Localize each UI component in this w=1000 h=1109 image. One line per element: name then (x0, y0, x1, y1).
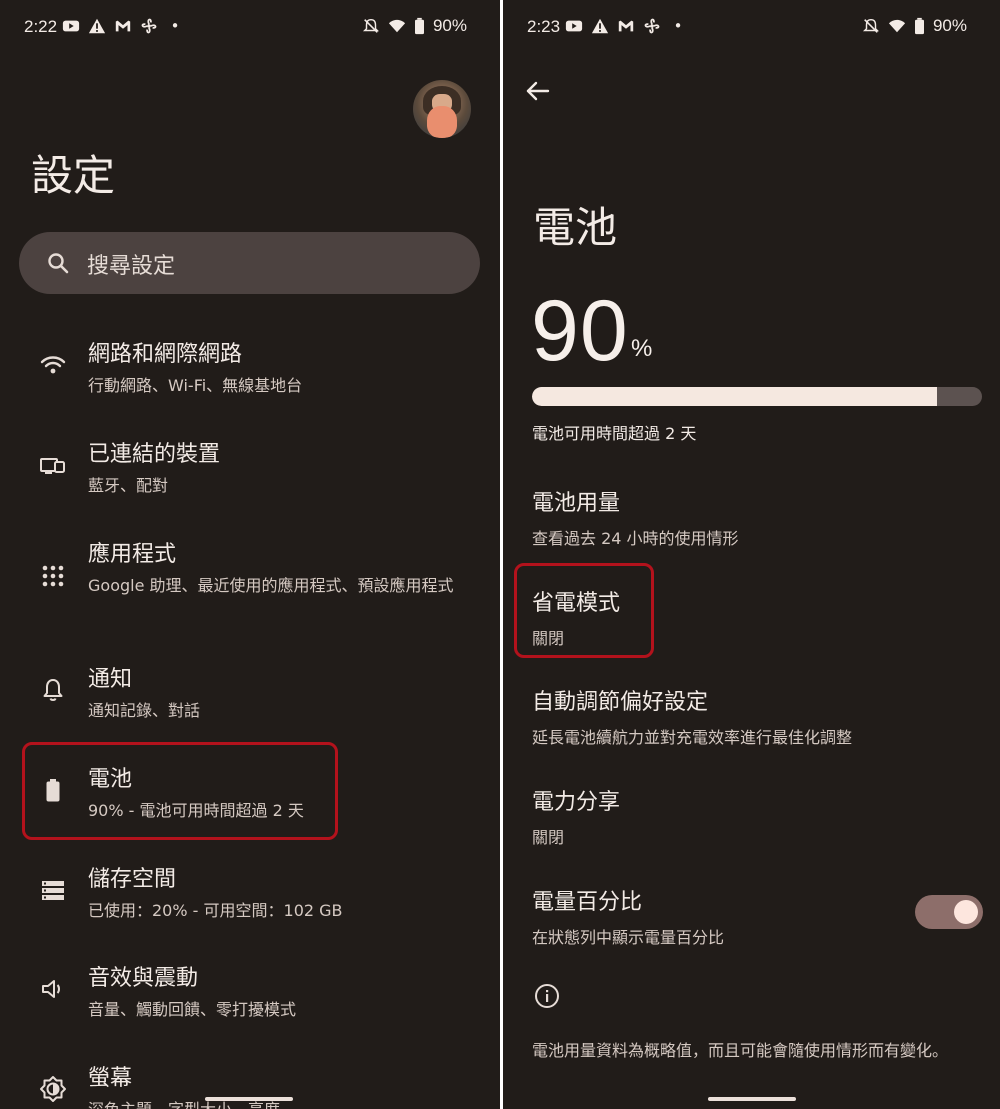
item-subtitle: Google 助理、最近使用的應用程式、預設應用程式 (88, 576, 454, 595)
status-bar: 2:23 • 90% (503, 0, 1000, 56)
item-subtitle: 關閉 (532, 828, 565, 847)
item-title: 音效與震動 (88, 966, 199, 991)
battery-percentage-item[interactable]: 電量百分比 在狀態列中顯示電量百分比 (532, 884, 972, 948)
fan-icon (644, 18, 660, 34)
item-title: 螢幕 (88, 1066, 133, 1091)
avatar-mask (427, 106, 457, 138)
speaker-icon (42, 980, 60, 998)
battery-status-icon (914, 17, 924, 35)
wifi-signal-icon (888, 19, 906, 33)
item-title: 自動調節偏好設定 (532, 690, 709, 715)
youtube-icon (565, 20, 583, 32)
battery-screen: 2:23 • 90% 電池 90 % 電池可用時間超過 2 天 電池用量 查看過… (503, 0, 1000, 1109)
percent-sign: % (631, 335, 653, 362)
notification-icons: • (62, 17, 184, 35)
battery-percent-text: 90% (432, 16, 467, 35)
item-title: 電量百分比 (532, 890, 643, 915)
gesture-nav-handle[interactable] (205, 1097, 293, 1101)
bell-muted-icon (862, 18, 880, 33)
item-subtitle: 通知記錄、對話 (88, 701, 201, 720)
status-time: 2:22 (24, 17, 58, 36)
more-notifications-dot-icon: • (170, 17, 180, 35)
wifi-icon (40, 356, 66, 374)
item-subtitle: 查看過去 24 小時的使用情形 (532, 529, 739, 548)
battery-status-icon (414, 17, 424, 35)
adaptive-preferences-item[interactable]: 自動調節偏好設定 延長電池續航力並對充電效率進行最佳化調整 (532, 684, 972, 748)
battery-share-item[interactable]: 電力分享 關閉 (532, 784, 972, 848)
item-title: 電力分享 (532, 790, 621, 815)
storage-icon (42, 881, 64, 900)
notification-icons: • (565, 17, 687, 35)
item-title: 儲存空間 (88, 867, 177, 892)
battery-highlight-box (22, 742, 338, 840)
settings-item-connected-devices[interactable]: 已連結的裝置 藍牙、配對 (20, 436, 480, 496)
system-icons: 90% (862, 16, 967, 36)
item-subtitle: 在狀態列中顯示電量百分比 (532, 928, 725, 947)
status-time: 2:23 (527, 17, 561, 36)
settings-item-apps[interactable]: 應用程式 Google 助理、最近使用的應用程式、預設應用程式 (20, 536, 480, 626)
info-icon (535, 984, 559, 1008)
youtube-icon (62, 20, 80, 32)
status-bar: 2:22 • 90% (0, 0, 500, 56)
bell-muted-icon (362, 18, 380, 33)
back-arrow-icon[interactable] (523, 76, 553, 106)
settings-item-storage[interactable]: 儲存空間 已使用：20% - 可用空間：102 GB (20, 861, 480, 921)
battery-remaining-text: 電池可用時間超過 2 天 (532, 424, 697, 443)
wifi-signal-icon (388, 19, 406, 33)
item-subtitle: 延長電池續航力並對充電效率進行最佳化調整 (532, 728, 853, 747)
bell-icon (43, 679, 63, 701)
toggle-thumb (954, 900, 978, 924)
battery-progress-bar (532, 387, 982, 406)
avatar[interactable] (413, 80, 471, 138)
item-title: 已連結的裝置 (88, 442, 221, 467)
battery-saver-highlight-box (514, 563, 654, 658)
item-subtitle: 藍牙、配對 (88, 476, 169, 495)
item-title: 電池用量 (532, 491, 621, 516)
search-icon (48, 253, 69, 274)
page-title: 設定 (31, 151, 116, 200)
settings-item-display[interactable]: 螢幕 深色主題、字型大小、亮度 (20, 1060, 480, 1109)
battery-percent-text: 90% (932, 16, 967, 35)
footer-note: 電池用量資料為概略值，而且可能會隨使用情形而有變化。 (532, 1041, 949, 1060)
system-icons: 90% (362, 16, 467, 36)
item-title: 網路和網際網路 (88, 342, 243, 367)
item-title: 通知 (88, 667, 133, 692)
settings-item-network[interactable]: 網路和網際網路 行動網路、Wi-Fi、無線基地台 (20, 336, 480, 396)
search-bar[interactable]: 搜尋設定 (19, 232, 480, 294)
gmail-icon (618, 20, 634, 32)
item-subtitle: 已使用：20% - 可用空間：102 GB (88, 901, 343, 920)
item-title: 應用程式 (88, 542, 177, 567)
more-notifications-dot-icon: • (673, 17, 683, 35)
page-title: 電池 (533, 203, 618, 252)
battery-usage-item[interactable]: 電池用量 查看過去 24 小時的使用情形 (532, 485, 972, 549)
item-subtitle: 音量、觸動回饋、零打擾模式 (88, 1000, 297, 1019)
apps-grid-icon (42, 565, 64, 587)
gesture-nav-handle[interactable] (708, 1097, 796, 1101)
battery-progress-fill (532, 387, 937, 406)
battery-level: 90 (531, 283, 629, 379)
brightness-icon (40, 1076, 66, 1102)
gmail-icon (115, 20, 131, 32)
warning-icon (591, 18, 609, 34)
item-subtitle: 行動網路、Wi-Fi、無線基地台 (88, 376, 303, 395)
settings-item-notifications[interactable]: 通知 通知記錄、對話 (20, 661, 480, 721)
connected-devices-icon (40, 458, 65, 474)
search-placeholder: 搜尋設定 (87, 254, 176, 279)
battery-percentage-toggle[interactable] (915, 895, 983, 929)
fan-icon (141, 18, 157, 34)
settings-item-sound[interactable]: 音效與震動 音量、觸動回饋、零打擾模式 (20, 960, 480, 1020)
warning-icon (88, 18, 106, 34)
settings-screen: 2:22 • 90% 設定 搜尋設定 網路和網際網路 行動網路、Wi-Fi、無線… (0, 0, 500, 1109)
